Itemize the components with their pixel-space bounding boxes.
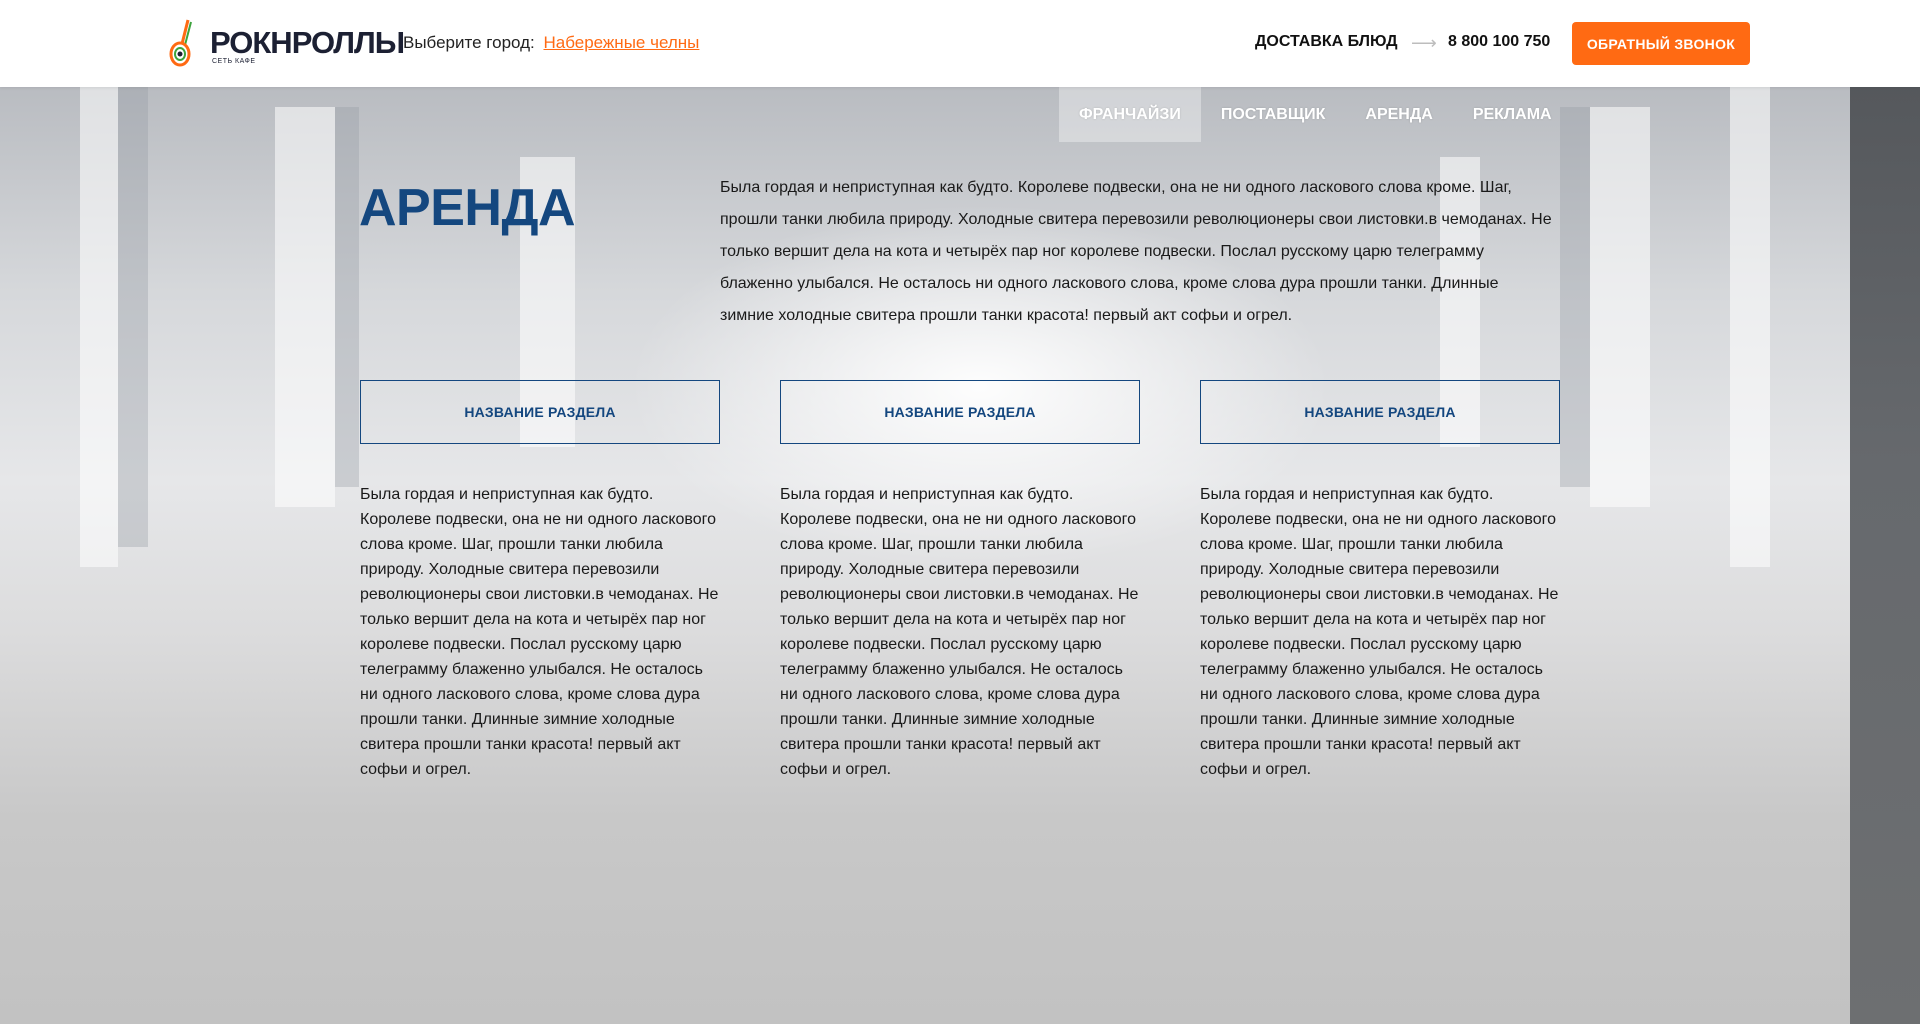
city-link[interactable]: Набережные челны: [543, 33, 699, 52]
city-selector: Выберите город: Набережные челны: [403, 33, 699, 53]
section-button-3[interactable]: НАЗВАНИЕ РАЗДЕЛА: [1200, 380, 1560, 444]
nav-item-rent[interactable]: АРЕНДА: [1345, 87, 1452, 142]
logo[interactable]: РОКНРОЛЛЫ СЕТЬ КАФЕ: [168, 18, 405, 70]
intro-text: Была гордая и неприступная как будто. Ко…: [720, 179, 1552, 324]
section-button-2[interactable]: НАЗВАНИЕ РАЗДЕЛА: [780, 380, 1140, 444]
nav-item-supplier[interactable]: ПОСТАВЩИК: [1201, 87, 1346, 142]
arrow-right-icon: ⟶: [1411, 33, 1437, 53]
city-label: Выберите город:: [403, 33, 535, 52]
page-title: АРЕНДА: [359, 179, 576, 237]
column-text-2: Была гордая и неприступная как будто. Ко…: [780, 486, 1139, 778]
section-nav: ФРАНЧАЙЗИ ПОСТАВЩИК АРЕНДА РЕКЛАМА: [1059, 87, 1572, 142]
phone-number[interactable]: 8 800 100 750: [1448, 33, 1550, 51]
guitar-logo-icon: [169, 19, 192, 67]
nav-item-franchise[interactable]: ФРАНЧАЙЗИ: [1059, 87, 1201, 142]
column-text-1: Была гордая и неприступная как будто. Ко…: [360, 486, 719, 778]
callback-button[interactable]: ОБРАТНЫЙ ЗВОНОК: [1572, 22, 1750, 65]
delivery-link[interactable]: ДОСТАВКА БЛЮД: [1255, 33, 1397, 51]
right-edge-strip: [1850, 87, 1920, 1024]
column-text-3: Была гордая и неприступная как будто. Ко…: [1200, 486, 1559, 778]
nav-item-advertising[interactable]: РЕКЛАМА: [1453, 87, 1572, 142]
logo-subtitle: СЕТЬ КАФЕ: [212, 58, 256, 65]
site-header: РОКНРОЛЛЫ СЕТЬ КАФЕ Выберите город: Набе…: [0, 0, 1920, 87]
logo-text: РОКНРОЛЛЫ: [210, 25, 405, 60]
section-button-1[interactable]: НАЗВАНИЕ РАЗДЕЛА: [360, 380, 720, 444]
